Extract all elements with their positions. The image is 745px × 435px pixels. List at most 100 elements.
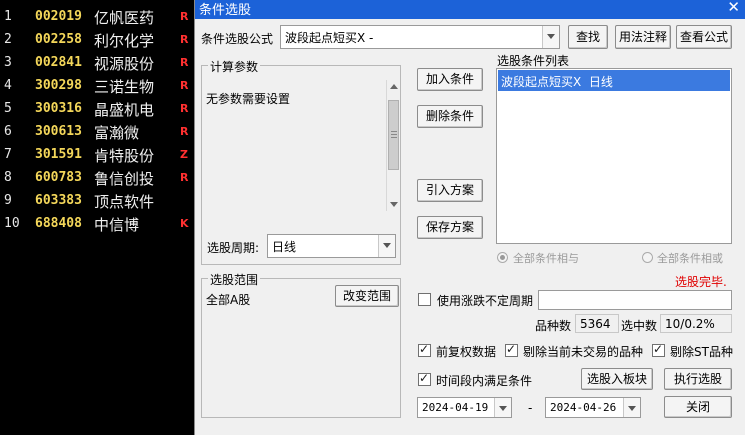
- partial-row: — — — — — — — —: [30, 0, 200, 2]
- exclude-st-label: 剔除ST品种: [670, 345, 733, 359]
- dialog-title: 条件选股: [199, 3, 252, 18]
- adjust-label: 前复权数据: [436, 345, 497, 359]
- and-radio[interactable]: [497, 252, 508, 263]
- selected-count-label: 选中数: [621, 319, 658, 333]
- condition-item-label: 波段起点短买X 日线: [501, 75, 613, 89]
- row-index: 6: [4, 124, 12, 139]
- change-scope-button[interactable]: 改变范围: [335, 285, 399, 307]
- formula-select[interactable]: 波段起点短买X -: [280, 25, 560, 49]
- stock-name: 中信博: [94, 216, 140, 234]
- add-condition-button[interactable]: 加入条件: [417, 68, 483, 91]
- variable-period-checkbox[interactable]: [418, 293, 431, 306]
- chevron-down-icon[interactable]: [378, 235, 395, 257]
- add-to-board-button[interactable]: 选股入板块: [581, 368, 653, 390]
- chevron-down-icon[interactable]: [623, 398, 640, 417]
- stock-code: 603383: [35, 193, 82, 208]
- selected-count-field: 10/0.2%: [660, 314, 732, 333]
- scroll-down-icon[interactable]: [390, 202, 398, 207]
- row-index: 3: [4, 55, 12, 70]
- period-select[interactable]: 日线: [267, 234, 396, 258]
- stock-row[interactable]: 4 300298 三诺生物 R: [0, 74, 200, 97]
- stock-name: 肯特股份: [94, 147, 155, 165]
- stock-name: 富瀚微: [94, 124, 140, 142]
- date-from-value: 2024-04-19: [422, 401, 489, 414]
- stock-flag: R: [180, 79, 189, 92]
- stock-flag: R: [180, 125, 189, 138]
- or-radio[interactable]: [642, 252, 653, 263]
- stock-code: 600783: [35, 170, 82, 185]
- total-count-value: 5364: [580, 317, 611, 331]
- exclude-untraded-label: 剔除当前未交易的品种: [523, 345, 644, 359]
- params-scrollbar[interactable]: [386, 80, 400, 211]
- stock-row[interactable]: 7 301591 肯特股份 Z: [0, 143, 200, 166]
- stock-code: 688408: [35, 216, 82, 231]
- stock-code: 300316: [35, 101, 82, 116]
- status-text: 选股完毕.: [675, 275, 727, 289]
- stock-code: 002019: [35, 9, 82, 24]
- period-label: 选股周期:: [207, 241, 260, 255]
- exclude-untraded-checkbox[interactable]: [505, 342, 518, 357]
- dialog-titlebar[interactable]: 条件选股 ✕: [195, 0, 745, 19]
- save-plan-button[interactable]: 保存方案: [417, 216, 483, 239]
- date-from-picker[interactable]: 2024-04-19: [417, 397, 512, 418]
- time-range-label: 时间段内满足条件: [436, 374, 533, 388]
- find-button[interactable]: 查找: [568, 25, 608, 49]
- variable-period-input[interactable]: [538, 290, 732, 310]
- scroll-up-icon[interactable]: [390, 84, 398, 89]
- selected-count-value: 10/0.2%: [665, 317, 715, 331]
- row-index: 9: [4, 193, 12, 208]
- stock-row[interactable]: 9 603383 顶点软件: [0, 189, 200, 212]
- formula-value: 波段起点短买X -: [285, 31, 374, 45]
- exclude-st-checkbox[interactable]: [652, 342, 665, 357]
- chevron-down-icon[interactable]: [542, 26, 559, 48]
- scroll-thumb[interactable]: [388, 100, 399, 170]
- stock-name: 顶点软件: [94, 193, 155, 211]
- stock-code: 300613: [35, 124, 82, 139]
- stock-row[interactable]: 2 002258 利尔化学 R: [0, 28, 200, 51]
- stock-row[interactable]: 6 300613 富瀚微 R: [0, 120, 200, 143]
- stock-code: 002258: [35, 32, 82, 47]
- condition-list-item[interactable]: 波段起点短买X 日线: [498, 70, 730, 91]
- scope-title: 选股范围: [208, 271, 261, 288]
- scope-group: 选股范围 全部A股 改变范围: [201, 271, 401, 418]
- condition-list-title: 选股条件列表: [497, 54, 570, 68]
- delete-condition-button[interactable]: 删除条件: [417, 105, 483, 128]
- view-formula-button[interactable]: 查看公式: [676, 25, 732, 49]
- stock-flag: Z: [180, 148, 188, 161]
- row-index: 5: [4, 101, 12, 116]
- stock-row[interactable]: 3 002841 视源股份 R: [0, 51, 200, 74]
- and-label: 全部条件相与: [513, 252, 579, 265]
- chevron-down-icon[interactable]: [494, 398, 511, 417]
- stock-name: 亿帆医药: [94, 9, 155, 27]
- total-count-label: 品种数: [535, 319, 572, 333]
- stock-row[interactable]: 8 600783 鲁信创投 R: [0, 166, 200, 189]
- condition-list[interactable]: 波段起点短买X 日线: [496, 68, 732, 244]
- stock-code: 300298: [35, 78, 82, 93]
- condition-selection-dialog: 条件选股 ✕ 条件选股公式 波段起点短买X - 查找 用法注释 查看公式 计算参…: [194, 0, 745, 435]
- date-to-picker[interactable]: 2024-04-26: [545, 397, 641, 418]
- stock-row[interactable]: 10 688408 中信博 K: [0, 212, 200, 235]
- stock-name: 视源股份: [94, 55, 155, 73]
- close-button[interactable]: 关闭: [664, 396, 732, 418]
- params-title: 计算参数: [208, 58, 261, 75]
- execute-selection-button[interactable]: 执行选股: [664, 368, 732, 390]
- stock-name: 晶盛机电: [94, 101, 155, 119]
- stock-flag: R: [180, 171, 189, 184]
- date-to-value: 2024-04-26: [550, 401, 617, 414]
- stock-flag: R: [180, 33, 189, 46]
- close-icon[interactable]: ✕: [727, 0, 740, 16]
- stock-name: 鲁信创投: [94, 170, 155, 188]
- usage-note-button[interactable]: 用法注释: [615, 25, 671, 49]
- date-separator: -: [528, 401, 533, 415]
- stock-name: 利尔化学: [94, 32, 155, 50]
- row-index: 1: [4, 9, 12, 24]
- time-range-checkbox[interactable]: [418, 371, 431, 386]
- stock-row[interactable]: 5 300316 晶盛机电 R: [0, 97, 200, 120]
- row-index: 4: [4, 78, 12, 93]
- stock-row[interactable]: 1 002019 亿帆医药 R: [0, 5, 200, 28]
- row-index: 10: [4, 216, 20, 231]
- import-plan-button[interactable]: 引入方案: [417, 179, 483, 202]
- variable-period-label: 使用涨跌不定周期: [437, 294, 534, 308]
- adjust-checkbox[interactable]: [418, 342, 431, 357]
- total-count-field: 5364: [575, 314, 619, 333]
